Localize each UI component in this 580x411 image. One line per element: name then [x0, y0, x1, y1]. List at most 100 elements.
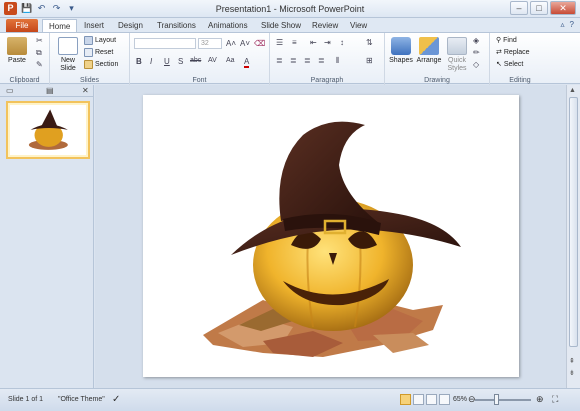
paste-icon[interactable] [7, 37, 27, 55]
slides-group-label: Slides [79, 77, 100, 84]
layout-button[interactable]: Layout [84, 36, 116, 45]
slide-thumbnail[interactable] [6, 101, 90, 159]
grow-font-icon[interactable]: A˄ [226, 39, 236, 48]
reset-button[interactable]: Reset [84, 48, 113, 57]
columns-icon[interactable]: ⫴ [336, 56, 339, 66]
shape-effects-icon[interactable]: ◇ [473, 60, 479, 69]
select-button[interactable]: ↖ Select [496, 60, 523, 69]
font-name-combo[interactable] [134, 38, 196, 49]
shape-outline-icon[interactable]: ✏ [473, 48, 480, 57]
section-label: Section [95, 61, 119, 68]
font-size-combo[interactable]: 32 [198, 38, 222, 49]
shapes-button[interactable]: Shapes [387, 57, 415, 65]
underline-button[interactable]: U [164, 57, 170, 66]
next-slide-icon[interactable]: ⇟ [569, 369, 575, 377]
tab-slide-show[interactable]: Slide Show [261, 19, 301, 32]
section-button[interactable]: Section [84, 60, 118, 69]
new-slide-button[interactable]: New Slide [54, 57, 82, 73]
shadow-button[interactable]: S [178, 57, 183, 66]
find-button[interactable]: ⚲ Find [496, 36, 517, 45]
previous-slide-icon[interactable]: ⇞ [569, 357, 575, 365]
font-color-button[interactable]: A [244, 57, 250, 68]
bullets-icon[interactable]: ☰ [276, 38, 283, 47]
slides-group: New Slide Layout Reset Section Slides [50, 33, 130, 85]
tab-transitions[interactable]: Transitions [157, 19, 196, 32]
close-panel-icon[interactable]: ✕ [82, 86, 89, 95]
tab-design[interactable]: Design [118, 19, 143, 32]
quick-styles-icon[interactable] [447, 37, 467, 55]
outline-tab-icon[interactable]: ▤ [46, 86, 54, 95]
drawing-group: Shapes Arrange Quick Styles ◈ ✏ ◇ Drawin… [385, 33, 490, 85]
section-icon [84, 60, 93, 69]
line-spacing-icon[interactable]: ↕ [340, 38, 344, 47]
zoom-slider-track[interactable] [475, 399, 531, 401]
tab-home[interactable]: Home [42, 19, 78, 32]
font-group-label: Font [192, 77, 207, 84]
decrease-indent-icon[interactable]: ⇤ [310, 38, 317, 47]
slides-tab-icon[interactable]: ▭ [6, 86, 14, 95]
scroll-up-icon[interactable]: ▲ [569, 87, 576, 94]
align-left-icon[interactable]: ≣ [276, 56, 283, 65]
window-title: Presentation1 - Microsoft PowerPoint [215, 4, 365, 14]
copy-icon[interactable]: ⧉ [36, 48, 42, 58]
strikethrough-button[interactable]: abc [190, 57, 201, 64]
scroll-thumb[interactable] [569, 97, 578, 347]
tab-insert[interactable]: Insert [84, 19, 104, 32]
tab-animations[interactable]: Animations [208, 19, 248, 32]
normal-view-button[interactable] [400, 394, 411, 405]
slide-show-view-button[interactable] [439, 394, 450, 405]
justify-icon[interactable]: ≣ [318, 56, 325, 65]
zoom-in-icon[interactable]: ⊕ [536, 394, 544, 405]
reset-label: Reset [95, 49, 114, 56]
tab-file[interactable]: File [6, 19, 38, 32]
tab-view[interactable]: View [350, 19, 367, 32]
increase-indent-icon[interactable]: ⇥ [324, 38, 331, 47]
slide-canvas[interactable] [143, 95, 519, 377]
cut-icon[interactable]: ✂ [36, 36, 43, 45]
window-controls: – □ ✕ [510, 1, 576, 15]
binoculars-icon: ⚲ [496, 37, 502, 44]
character-spacing-button[interactable]: AV [208, 57, 217, 64]
reading-view-button[interactable] [426, 394, 437, 405]
tab-review[interactable]: Review [312, 19, 338, 32]
format-painter-icon[interactable]: ✎ [36, 60, 43, 69]
arrange-button[interactable]: Arrange [415, 57, 443, 65]
slide-count-status: Slide 1 of 1 [8, 396, 44, 403]
shapes-icon[interactable] [391, 37, 411, 55]
minimize-ribbon-icon[interactable]: ▵ [561, 20, 565, 29]
shrink-font-icon[interactable]: A˅ [240, 39, 250, 48]
align-center-icon[interactable]: ≣ [290, 56, 297, 65]
paragraph-group: ☰ ≡ ⇤ ⇥ ↕ ⇅ ≣ ≣ ≣ ≣ ⫴ ⊞ Paragraph [270, 33, 385, 85]
zoom-level[interactable]: 65% [453, 396, 467, 403]
shape-fill-icon[interactable]: ◈ [473, 36, 479, 45]
maximize-button[interactable]: □ [530, 1, 548, 15]
bold-button[interactable]: B [136, 57, 142, 66]
change-case-button[interactable]: Aa [226, 57, 235, 64]
jack-o-lantern-image[interactable] [143, 95, 519, 377]
theme-status[interactable]: "Office Theme" [58, 396, 105, 403]
minimize-button[interactable]: – [510, 1, 528, 15]
editing-group-label: Editing [509, 77, 531, 84]
vertical-scrollbar[interactable]: ▲ ⇞ ⇟ [566, 85, 580, 388]
close-button[interactable]: ✕ [550, 1, 576, 15]
clear-formatting-icon[interactable]: ⌫ [254, 39, 265, 48]
title-bar: P 💾 ↶ ↷ ▾ Presentation1 - Microsoft Powe… [0, 0, 580, 18]
smartart-icon[interactable]: ⊞ [366, 56, 373, 65]
replace-button[interactable]: ⇄ Replace [496, 48, 530, 57]
slide-editing-area [95, 85, 566, 388]
italic-button[interactable]: I [150, 57, 152, 66]
zoom-slider-knob[interactable] [494, 394, 499, 405]
slide-sorter-view-button[interactable] [413, 394, 424, 405]
fit-to-window-icon[interactable]: ⛶ [552, 394, 558, 405]
new-slide-icon[interactable] [58, 37, 78, 55]
quick-styles-button[interactable]: Quick Styles [443, 57, 471, 73]
ribbon: Paste ✂ ⧉ ✎ Clipboard New Slide Layout R… [0, 32, 580, 85]
text-direction-icon[interactable]: ⇅ [366, 38, 373, 47]
paragraph-group-label: Paragraph [310, 77, 344, 84]
numbering-icon[interactable]: ≡ [292, 38, 297, 47]
align-right-icon[interactable]: ≣ [304, 56, 311, 65]
spelling-check-icon[interactable]: ✓ [112, 394, 120, 405]
help-icon[interactable]: ? [570, 20, 574, 29]
arrange-icon[interactable] [419, 37, 439, 55]
paste-button[interactable]: Paste [2, 57, 32, 65]
